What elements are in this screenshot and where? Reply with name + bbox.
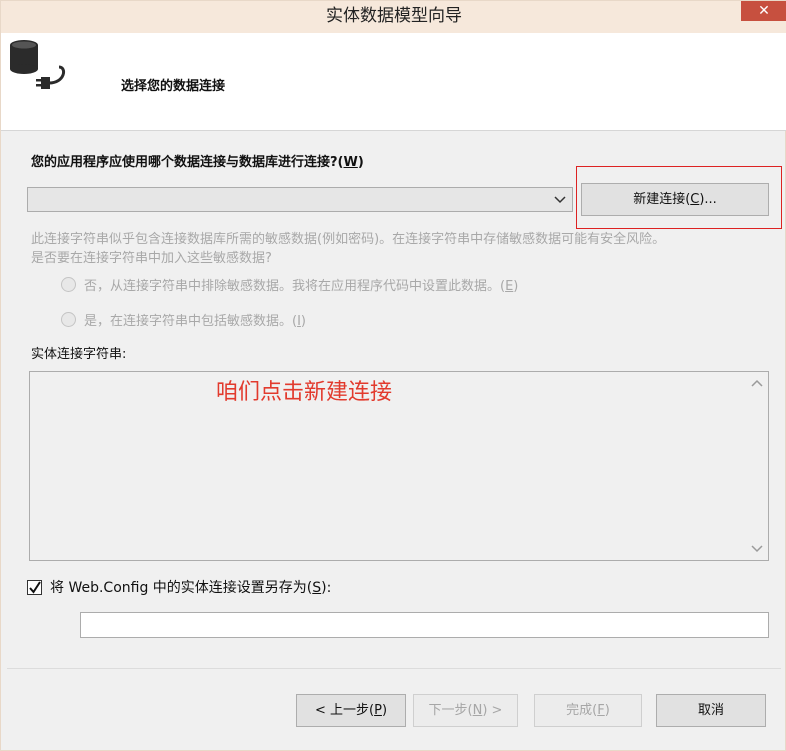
footer-divider <box>7 668 781 669</box>
chevron-up-icon[interactable] <box>751 378 763 388</box>
warning-line-2: 是否要在连接字符串中加入这些敏感数据? <box>31 251 272 266</box>
finish-button[interactable]: 完成(F) <box>534 694 642 727</box>
cancel-button[interactable]: 取消 <box>656 694 766 727</box>
radio-include-sensitive[interactable]: 是，在连接字符串中包括敏感数据。(I) <box>61 309 306 329</box>
connection-select[interactable] <box>27 187 573 212</box>
annotation-text: 咱们点击新建连接 <box>216 380 393 405</box>
checkmark-icon <box>29 580 41 594</box>
radio-exclude-sensitive[interactable]: 否，从连接字符串中排除敏感数据。我将在应用程序代码中设置此数据。(E) <box>61 274 518 294</box>
radio-circle[interactable] <box>61 276 76 292</box>
annotation-highlight-box <box>576 166 782 229</box>
vertical-scrollbar[interactable] <box>746 372 768 560</box>
save-config-row[interactable]: 将 Web.Config 中的实体连接设置另存为(S): <box>27 577 331 597</box>
chevron-down-icon <box>554 196 566 204</box>
previous-button[interactable]: < 上一步(P) <box>296 694 406 727</box>
save-config-checkbox[interactable] <box>27 579 42 595</box>
chevron-down-icon[interactable] <box>751 544 763 554</box>
connection-question: 您的应用程序应使用哪个数据连接与数据库进行连接?(W) <box>31 155 364 170</box>
close-button[interactable]: ✕ <box>741 1 786 21</box>
next-button[interactable]: 下一步(N) > <box>413 694 518 727</box>
database-plug-icon <box>10 40 66 89</box>
entity-connection-string-label: 实体连接字符串: <box>31 347 127 362</box>
radio-exclude-label: 否，从连接字符串中排除敏感数据。我将在应用程序代码中设置此数据。(E) <box>84 278 519 294</box>
wizard-header: 选择您的数据连接 <box>1 33 786 131</box>
step-title: 选择您的数据连接 <box>121 79 226 94</box>
entity-connection-string-textarea[interactable] <box>29 371 769 561</box>
entity-data-model-wizard-window: 实体数据模型向导 ✕ 选择您的数据连接 您的应用程序应使用哪个数据连接与数据库进… <box>0 0 786 751</box>
titlebar: 实体数据模型向导 ✕ <box>1 1 786 33</box>
radio-include-label: 是，在连接字符串中包括敏感数据。(I) <box>84 313 306 329</box>
config-name-input[interactable] <box>80 612 769 638</box>
radio-circle[interactable] <box>61 311 76 327</box>
warning-line-1: 此连接字符串似乎包含连接数据库所需的敏感数据(例如密码)。在连接字符串中存储敏感… <box>31 232 666 247</box>
save-config-label: 将 Web.Config 中的实体连接设置另存为(S): <box>50 580 332 596</box>
window-title: 实体数据模型向导 <box>326 6 462 26</box>
sensitive-data-warning: 此连接字符串似乎包含连接数据库所需的敏感数据(例如密码)。在连接字符串中存储敏感… <box>31 230 771 268</box>
